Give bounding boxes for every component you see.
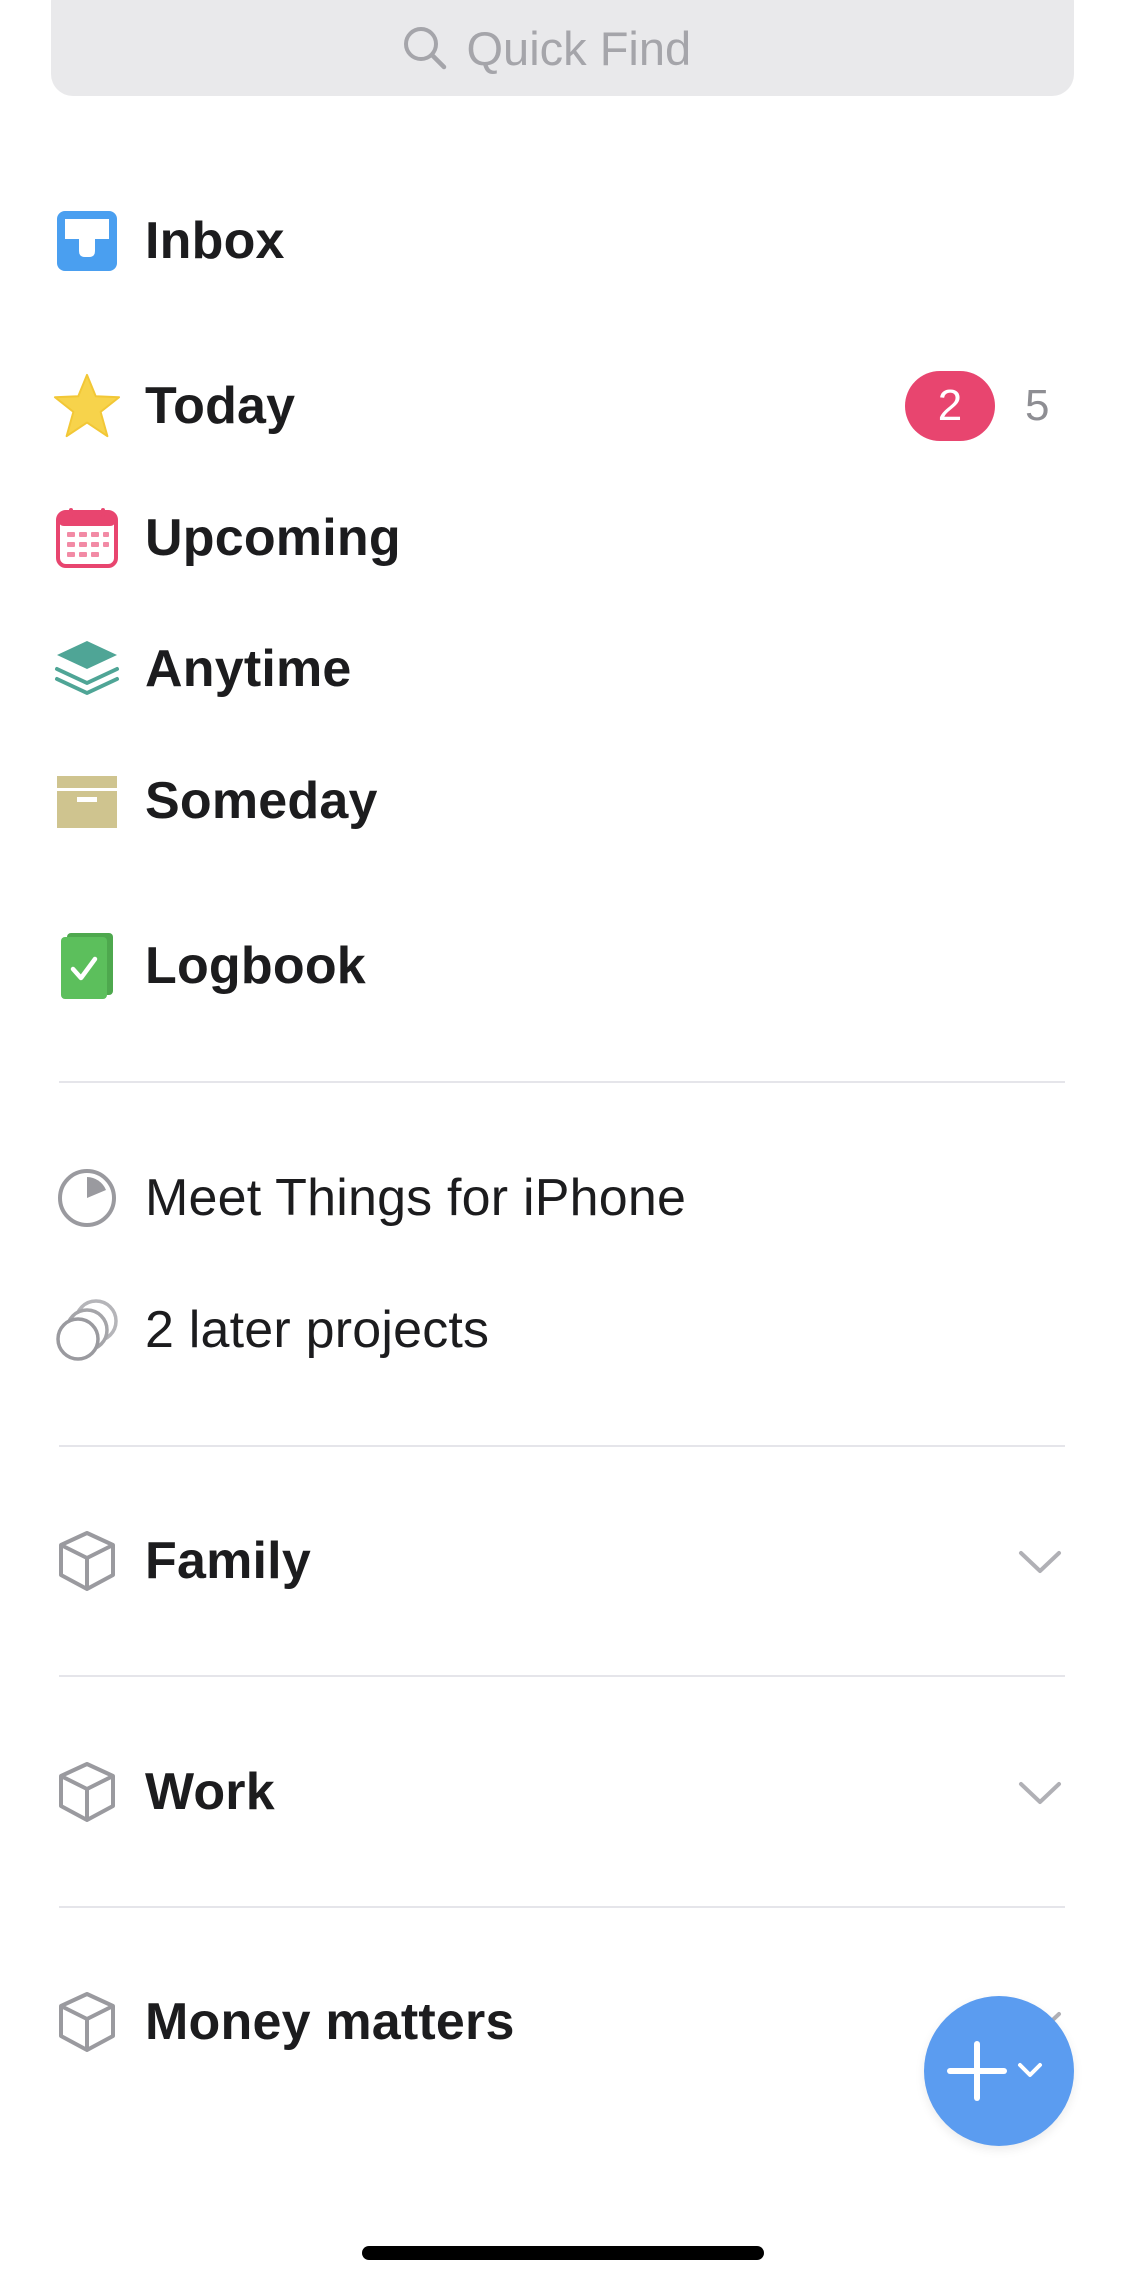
nav-item-anytime[interactable]: Anytime xyxy=(0,614,1125,724)
search-icon xyxy=(403,27,446,70)
cube-icon xyxy=(52,1757,122,1827)
chevron-down-icon[interactable] xyxy=(1015,1767,1065,1817)
nav-item-inbox[interactable]: Inbox xyxy=(0,186,1125,296)
quick-find-bar[interactable] xyxy=(51,0,1074,96)
nav-label-someday: Someday xyxy=(145,772,378,830)
divider xyxy=(59,1445,1065,1447)
logbook-check-icon xyxy=(52,931,122,1001)
progress-pie-icon xyxy=(52,1163,122,1233)
nav-item-today[interactable]: Today 2 5 xyxy=(0,351,1125,461)
nav-label-upcoming: Upcoming xyxy=(145,509,401,567)
stacked-circles-icon xyxy=(52,1295,122,1365)
quick-find-input[interactable] xyxy=(466,20,727,76)
today-due-badge: 2 xyxy=(905,371,995,441)
area-family[interactable]: Family xyxy=(0,1506,1125,1616)
plus-icon xyxy=(947,2041,1042,2101)
archive-box-icon xyxy=(52,766,122,836)
divider xyxy=(59,1081,1065,1083)
divider xyxy=(59,1906,1065,1908)
nav-label-today: Today xyxy=(145,377,296,435)
cube-icon xyxy=(52,1526,122,1596)
later-projects-label: 2 later projects xyxy=(145,1301,490,1359)
nav-label-logbook: Logbook xyxy=(145,937,366,995)
area-work[interactable]: Work xyxy=(0,1737,1125,1847)
nav-label-anytime: Anytime xyxy=(145,640,352,698)
later-projects-item[interactable]: 2 later projects xyxy=(0,1275,1125,1385)
calendar-icon xyxy=(52,503,122,573)
nav-label-inbox: Inbox xyxy=(145,212,285,270)
nav-item-someday[interactable]: Someday xyxy=(0,746,1125,856)
layers-icon xyxy=(52,634,122,704)
star-icon xyxy=(52,371,122,441)
cube-icon xyxy=(52,1987,122,2057)
nav-item-upcoming[interactable]: Upcoming xyxy=(0,483,1125,593)
project-meet-things[interactable]: Meet Things for iPhone xyxy=(0,1143,1125,1253)
new-item-fab-button[interactable] xyxy=(924,1996,1074,2146)
area-label-family: Family xyxy=(145,1532,311,1590)
nav-item-logbook[interactable]: Logbook xyxy=(0,911,1125,1021)
inbox-tray-icon xyxy=(52,206,122,276)
area-label-work: Work xyxy=(145,1763,275,1821)
area-label-money-matters: Money matters xyxy=(145,1993,515,2051)
home-indicator[interactable] xyxy=(362,2246,764,2260)
today-count: 5 xyxy=(1025,381,1050,430)
divider xyxy=(59,1675,1065,1677)
project-label-meet-things: Meet Things for iPhone xyxy=(145,1169,687,1227)
chevron-down-icon[interactable] xyxy=(1015,1536,1065,1586)
